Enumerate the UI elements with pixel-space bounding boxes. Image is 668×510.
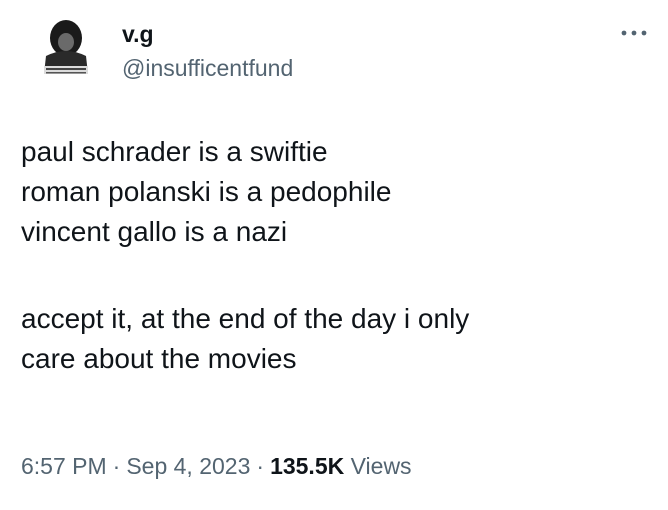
avatar-image — [30, 12, 102, 84]
tweet-line: accept it, at the end of the day i only — [21, 303, 470, 334]
tweet-line: vincent gallo is a nazi — [21, 216, 288, 247]
tweet-card: v.g @insufficentfund paul schrader is a … — [0, 0, 668, 510]
tweet-time[interactable]: 6:57 PM — [21, 453, 107, 479]
separator-dot: · — [256, 453, 265, 479]
more-dots-icon[interactable] — [620, 24, 648, 42]
tweet-line: paul schrader is a swiftie — [21, 136, 328, 167]
separator-dot: · — [112, 453, 121, 479]
views-label: Views — [350, 453, 412, 479]
tweet-header: v.g @insufficentfund — [30, 12, 648, 92]
author-names: v.g @insufficentfund — [122, 20, 293, 82]
tweet-meta: 6:57 PM · Sep 4, 2023 · 135.5K Views — [21, 450, 412, 482]
tweet-line: care about the movies — [21, 343, 297, 374]
tweet-line: roman polanski is a pedophile — [21, 176, 392, 207]
tweet-date[interactable]: Sep 4, 2023 — [126, 453, 250, 479]
views-count[interactable]: 135.5K — [270, 453, 344, 479]
display-name[interactable]: v.g — [122, 20, 293, 48]
user-handle[interactable]: @insufficentfund — [122, 54, 293, 82]
avatar[interactable] — [30, 12, 102, 84]
tweet-text: paul schrader is a swiftie roman polansk… — [21, 132, 641, 379]
